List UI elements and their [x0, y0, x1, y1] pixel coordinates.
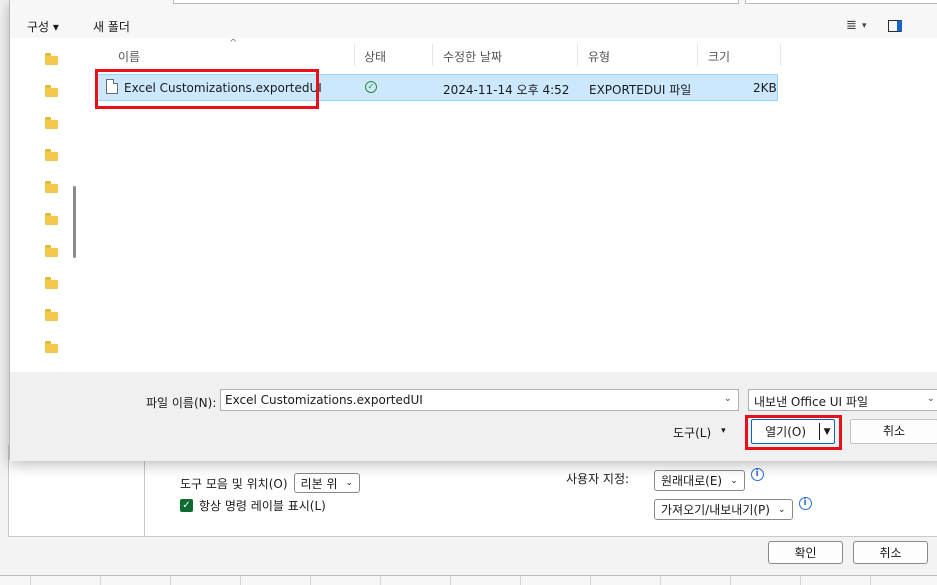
tools-button[interactable]: 도구(L) ▾ [673, 424, 726, 441]
sheet-strip-divider [870, 576, 871, 585]
import-export-label: 가져오기/내보내기(P) [661, 503, 770, 517]
preview-pane-icon[interactable] [888, 20, 902, 32]
toolbar-position-label: 도구 모음 및 위치(O) [180, 476, 288, 491]
new-folder-button[interactable]: 새 폴더 [93, 18, 130, 35]
nav-scrollbar[interactable] [73, 186, 76, 258]
column-separator[interactable] [577, 44, 578, 66]
sort-ascending-icon: ^ [229, 38, 238, 49]
sheet-strip [0, 576, 937, 585]
sheet-strip-divider [380, 576, 381, 585]
chevron-down-icon: ⌄ [730, 475, 738, 486]
cancel-button[interactable]: 취소 [850, 419, 937, 444]
chevron-down-icon[interactable]: ⌄ [724, 393, 732, 404]
view-options-icon[interactable]: ≣ [846, 18, 857, 33]
sheet-strip-divider [170, 576, 171, 585]
sheet-strip-divider [450, 576, 451, 585]
sheet-strip-divider [590, 576, 591, 585]
folder-icon[interactable] [45, 53, 58, 65]
ribbon-position-select[interactable]: 리본 위 ⌄ [293, 473, 361, 493]
dialog-toolbar: 구성 ▾ 새 폴더 ≣ ▾ ? [10, 0, 937, 38]
filetype-value: 내보낸 Office UI 파일 [754, 395, 868, 409]
highlight-box-file [95, 69, 319, 109]
address-bar[interactable] [173, 0, 739, 4]
column-header-status[interactable]: 상태 [364, 48, 386, 65]
folder-icon[interactable] [45, 277, 58, 289]
folder-icon[interactable] [45, 213, 58, 225]
file-type: EXPORTEDUI 파일 [589, 83, 692, 97]
folder-icon[interactable] [45, 309, 58, 321]
info-icon[interactable]: i [798, 497, 812, 510]
organize-label: 구성 ▾ [27, 20, 59, 34]
show-labels-checkbox[interactable]: ✓ [180, 499, 193, 512]
sheet-strip-divider [30, 576, 31, 585]
folder-icon[interactable] [45, 149, 58, 161]
filename-value: Excel Customizations.exportedUI [225, 393, 423, 407]
show-labels-label: 항상 명령 레이블 표시(L) [199, 499, 326, 513]
navigation-pane [10, 38, 82, 372]
sheet-strip-divider [800, 576, 801, 585]
chevron-down-icon: ▾ [721, 426, 726, 436]
search-box[interactable] [745, 0, 937, 4]
import-export-dropdown-button[interactable]: 가져오기/내보내기(P) ⌄ [654, 499, 793, 520]
ribbon-position-value: 리본 위 [300, 476, 338, 491]
import-export-row: 가져오기/내보내기(P) ⌄ i [654, 497, 812, 520]
reset-row: 원래대로(E) ⌄ i [654, 468, 764, 491]
column-separator[interactable] [354, 44, 355, 66]
column-header-size[interactable]: 크기 [708, 48, 730, 65]
chevron-down-icon: ⌄ [345, 478, 354, 488]
filetype-select[interactable]: 내보낸 Office UI 파일 ⌄ [748, 389, 937, 411]
chevron-down-icon: ⌄ [777, 504, 786, 515]
file-list: ^ 이름 상태 수정한 날짜 유형 크기 Excel Customization… [82, 38, 937, 372]
folder-icon[interactable] [45, 341, 58, 353]
file-date: 2024-11-14 오후 4:52 [443, 83, 570, 97]
customize-label: 사용자 지정: [566, 472, 630, 486]
column-separator[interactable] [697, 44, 698, 66]
organize-button[interactable]: 구성 ▾ [27, 18, 59, 35]
column-header-type[interactable]: 유형 [588, 48, 610, 65]
folder-icon[interactable] [45, 181, 58, 193]
sheet-strip-divider [520, 576, 521, 585]
column-separator[interactable] [432, 44, 433, 66]
column-header-date[interactable]: 수정한 날짜 [443, 48, 502, 65]
sheet-strip-divider [100, 576, 101, 585]
dialog-footer: 파일 이름(N): Excel Customizations.exportedU… [10, 372, 937, 461]
options-cancel-button[interactable]: 취소 [853, 541, 928, 564]
reset-dropdown-button[interactable]: 원래대로(E) ⌄ [654, 470, 745, 491]
folder-icon[interactable] [45, 85, 58, 97]
filename-input[interactable]: Excel Customizations.exportedUI ⌄ [220, 389, 739, 411]
sync-status-icon: ✓ [365, 81, 377, 93]
file-size: 2KB [753, 81, 777, 95]
ok-button[interactable]: 확인 [768, 541, 843, 564]
folder-icon[interactable] [45, 117, 58, 129]
file-open-dialog: 구성 ▾ 새 폴더 ≣ ▾ ? ^ 이름 상태 수정한 날짜 유형 크기 [9, 0, 937, 461]
customize-label-row: 사용자 지정: [566, 470, 629, 487]
chevron-down-icon[interactable]: ▾ [862, 21, 867, 31]
reset-label: 원래대로(E) [661, 474, 723, 488]
info-icon[interactable]: i [750, 468, 764, 481]
chevron-down-icon: ⌄ [926, 393, 935, 404]
new-folder-label: 새 폴더 [93, 20, 130, 34]
column-separator[interactable] [780, 44, 781, 66]
sheet-strip-divider [660, 576, 661, 585]
highlight-box-open [745, 415, 842, 450]
show-labels-row: ✓ 항상 명령 레이블 표시(L) [180, 497, 326, 514]
column-header-name[interactable]: 이름 [118, 48, 140, 65]
folder-icon[interactable] [45, 245, 58, 257]
sheet-strip-divider [310, 576, 311, 585]
toolbar-position-row: 도구 모음 및 위치(O) 리본 위 ⌄ [180, 473, 361, 493]
filename-label: 파일 이름(N): [146, 396, 217, 410]
sheet-strip-divider [730, 576, 731, 585]
sheet-strip-divider [240, 576, 241, 585]
tools-label: 도구(L) [673, 426, 712, 440]
